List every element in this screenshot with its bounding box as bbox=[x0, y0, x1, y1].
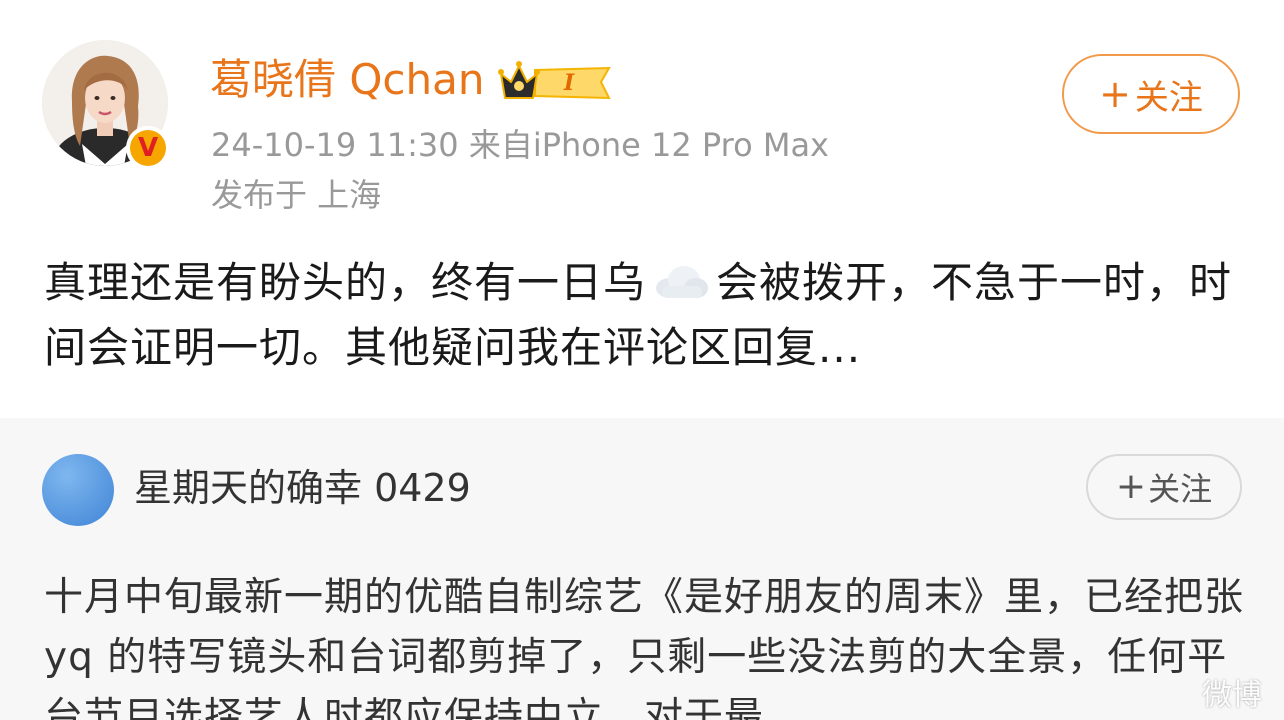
plus-icon: + bbox=[1115, 466, 1147, 507]
crown-icon: I bbox=[498, 61, 611, 100]
cloud-emoji-icon bbox=[652, 255, 710, 317]
weibo-watermark: 微博 bbox=[1202, 678, 1262, 713]
follow-button-label: 关注 bbox=[1134, 77, 1203, 118]
post-timestamp-device: 24-10-19 11:30 来自iPhone 12 Pro Max bbox=[211, 126, 829, 164]
author-name[interactable]: 葛晓倩 Qchan bbox=[210, 52, 484, 108]
follow-button[interactable]: + 关注 bbox=[1062, 54, 1240, 134]
member-level: I bbox=[563, 70, 575, 96]
repost-author-name[interactable]: 星期天的确幸 0429 bbox=[134, 462, 471, 514]
verified-v-icon: V bbox=[130, 130, 166, 166]
blue-circle-avatar-icon[interactable] bbox=[42, 454, 114, 526]
post-body-text: 真理还是有盼头的，终有一日乌 会被拨开，不急于一时，时间会证明一切。其他疑问我在评… bbox=[44, 252, 1254, 379]
plus-icon: + bbox=[1099, 72, 1131, 116]
reposted-content-card[interactable]: 星期天的确幸 0429 + 关注 十月中旬最新一期的优酷自制综艺《是好朋友的周末… bbox=[0, 418, 1284, 720]
verified-badge: V bbox=[126, 126, 170, 170]
member-crown-badge[interactable]: I bbox=[497, 58, 615, 110]
post-text-part1: 真理还是有盼头的，终有一日乌 bbox=[44, 258, 647, 307]
weibo-post: V 葛晓倩 Qchan I 24-10-19 11:30 来自iPhone 12… bbox=[0, 0, 1284, 418]
repost-body-text: 十月中旬最新一期的优酷自制综艺《是好朋友的周末》里，已经把张 yq 的特写镜头和… bbox=[44, 575, 1245, 720]
post-location: 发布于 上海 bbox=[211, 176, 382, 214]
repost-follow-button[interactable]: + 关注 bbox=[1086, 454, 1242, 520]
repost-follow-button-label: 关注 bbox=[1148, 470, 1213, 508]
